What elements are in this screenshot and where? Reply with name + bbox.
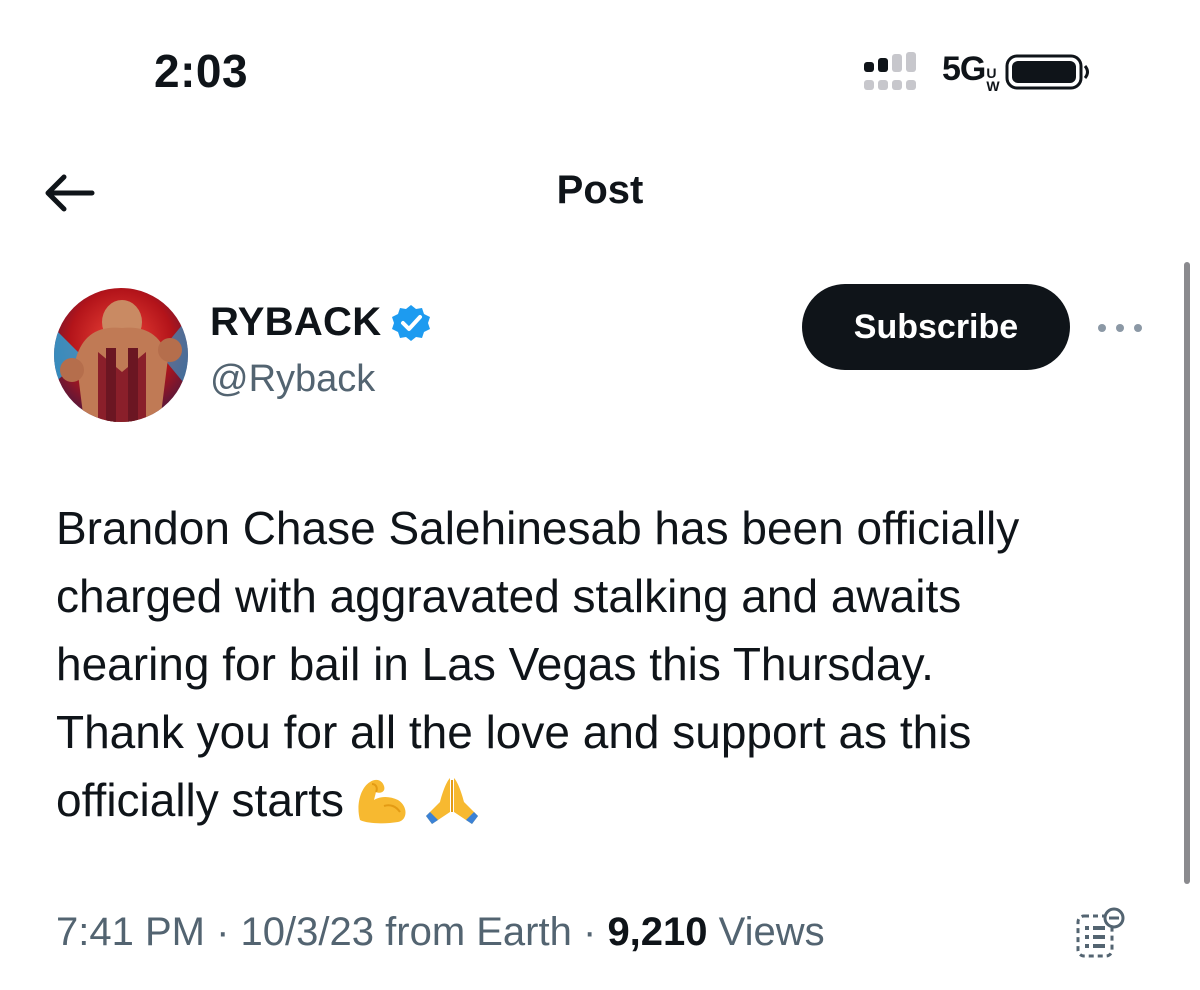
author-display-name[interactable]: RYBACK xyxy=(210,300,381,345)
avatar[interactable] xyxy=(54,288,188,422)
tweet-line: hearing for bail in Las Vegas this Thurs… xyxy=(56,638,934,690)
views-label[interactable]: Views xyxy=(719,910,825,954)
network-type: 5G U W xyxy=(942,49,1000,94)
tweet-line: Brandon Chase Salehinesab has been offic… xyxy=(56,502,1020,554)
status-time: 2:03 xyxy=(154,45,249,97)
page-title: Post xyxy=(556,168,644,212)
more-options-button[interactable] xyxy=(1096,316,1144,340)
scrollbar[interactable] xyxy=(1184,262,1190,884)
community-notes-button[interactable] xyxy=(1070,904,1130,964)
author-handle[interactable]: @Ryback xyxy=(210,358,375,401)
subscribe-button[interactable]: Subscribe xyxy=(802,284,1070,370)
tweet-line: Thank you for all the love and support a… xyxy=(56,706,972,758)
community-notes-icon xyxy=(1076,907,1125,958)
tweet-meta: 7:41 PM · 10/3/23 from Earth · 9,210 Vie… xyxy=(56,910,825,954)
tweet-line-last: officially starts xyxy=(56,766,1156,834)
verified-badge-icon xyxy=(392,304,431,341)
more-horizontal-icon xyxy=(1098,324,1142,332)
tweet-line: charged with aggravated stalking and awa… xyxy=(56,570,962,622)
tweet-source: from Earth xyxy=(385,910,572,954)
folded-hands-emoji xyxy=(426,778,479,824)
tweet-date[interactable]: 10/3/23 xyxy=(241,910,374,954)
status-indicators: 5G U W xyxy=(862,46,1091,98)
author-name-row: RYBACK xyxy=(210,300,431,345)
signal-strength-icon xyxy=(864,52,916,90)
tweet-text: Brandon Chase Salehinesab has been offic… xyxy=(56,494,1156,834)
flexed-biceps-emoji xyxy=(358,779,406,824)
battery-icon xyxy=(1005,54,1089,90)
avatar-image xyxy=(54,288,188,422)
views-count[interactable]: 9,210 xyxy=(607,910,707,954)
tweet-time[interactable]: 7:41 PM xyxy=(56,910,205,954)
tweet-line: officially starts xyxy=(56,774,345,826)
